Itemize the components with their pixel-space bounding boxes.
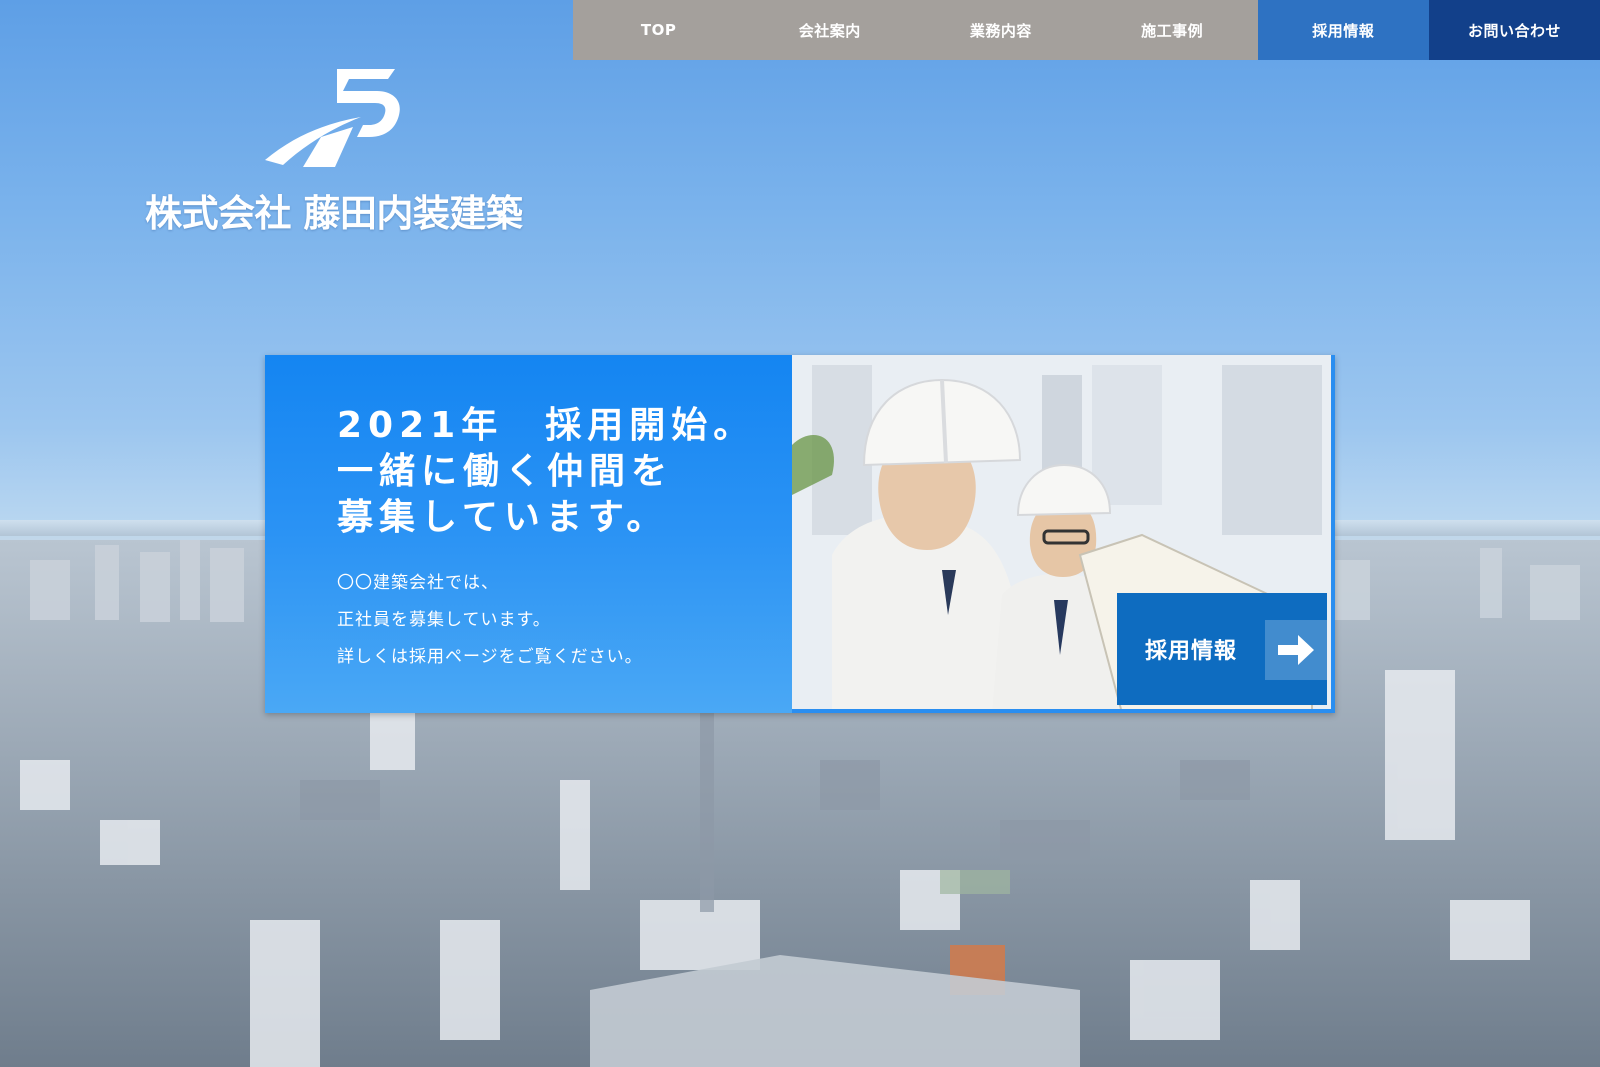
- banner-text-panel: 2021年 採用開始。 一緒に働く仲間を 募集しています。 〇〇建築会社では、 …: [265, 355, 792, 713]
- headline-line: 2021年 採用開始。: [337, 405, 756, 446]
- arrow-right-icon: [1265, 620, 1327, 680]
- recruit-cta-label: 採用情報: [1145, 639, 1238, 664]
- banner-headline: 2021年 採用開始。 一緒に働く仲間を 募集しています。: [337, 403, 755, 541]
- body-line: 〇〇建築会社では、: [337, 573, 499, 593]
- body-line: 正社員を募集しています。: [337, 610, 551, 630]
- body-line: 詳しくは採用ページをご覧ください。: [337, 647, 643, 667]
- main-nav: TOP 会社案内 業務内容 施工事例 採用情報 お問い合わせ: [573, 0, 1600, 60]
- company-logo[interactable]: 株式会社 藤田内装建築: [145, 65, 555, 245]
- company-name: 株式会社 藤田内装建築: [145, 192, 523, 235]
- headline-line: 募集しています。: [337, 497, 669, 538]
- nav-services[interactable]: 業務内容: [915, 0, 1087, 60]
- nav-top[interactable]: TOP: [573, 0, 745, 60]
- nav-works[interactable]: 施工事例: [1086, 0, 1258, 60]
- banner-photo-panel: 採用情報: [792, 355, 1335, 713]
- recruit-cta-button[interactable]: 採用情報: [1117, 593, 1327, 705]
- logo-f-mark-icon: [265, 69, 400, 167]
- headline-line: 一緒に働く仲間を: [337, 451, 674, 492]
- nav-contact[interactable]: お問い合わせ: [1428, 0, 1600, 60]
- nav-company[interactable]: 会社案内: [744, 0, 916, 60]
- banner-body: 〇〇建築会社では、 正社員を募集しています。 詳しくは採用ページをご覧ください。: [337, 565, 643, 676]
- nav-recruit[interactable]: 採用情報: [1257, 0, 1429, 60]
- recruit-banner[interactable]: 2021年 採用開始。 一緒に働く仲間を 募集しています。 〇〇建築会社では、 …: [265, 355, 1335, 713]
